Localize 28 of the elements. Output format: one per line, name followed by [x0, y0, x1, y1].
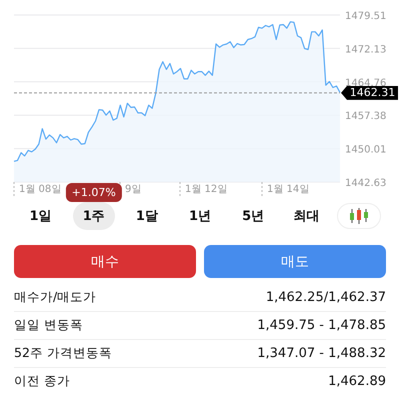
period-tab[interactable]: 최대 [283, 202, 330, 230]
stat-label: 52주 가격변동폭 [14, 345, 112, 362]
period-tab[interactable]: 1년 [178, 202, 222, 230]
candlestick-icon [348, 207, 370, 225]
x-axis-label: 1월 12일 [185, 184, 228, 195]
last-price-label: 1462.31 [341, 86, 398, 100]
stat-value: 1,347.07 - 1,488.32 [257, 346, 386, 361]
stat-value: 1,462.89 [328, 374, 386, 389]
period-tab[interactable]: 5년 [232, 202, 274, 230]
stat-label: 이전 종가 [14, 373, 70, 390]
period-tab[interactable]: 1일 [20, 202, 62, 230]
x-axis-label: 1월 08일 [19, 184, 62, 195]
stat-value: 1,459.75 - 1,478.85 [257, 318, 386, 333]
y-axis-label: 1479.51 [345, 11, 386, 22]
stat-label: 일일 변동폭 [14, 317, 83, 334]
y-axis-label: 1450.01 [345, 144, 386, 156]
y-axis-label: 1442.63 [345, 178, 386, 189]
stat-value: 1,462.25/1,462.37 [266, 290, 386, 305]
candlestick-button[interactable] [337, 203, 382, 229]
x-axis-label: 9일 [125, 184, 142, 195]
buy-button[interactable]: 매수 [14, 245, 196, 278]
period-tab[interactable]: 1달 [126, 202, 168, 230]
x-axis-label: 1월 14일 [267, 184, 310, 195]
stat-label: 매수가/매도가 [14, 289, 96, 306]
change-badge: +1.07% [66, 183, 122, 202]
y-axis-label: 1472.13 [345, 44, 386, 56]
y-axis-label: 1457.38 [345, 111, 386, 122]
period-tab[interactable]: 1주 [72, 202, 115, 230]
